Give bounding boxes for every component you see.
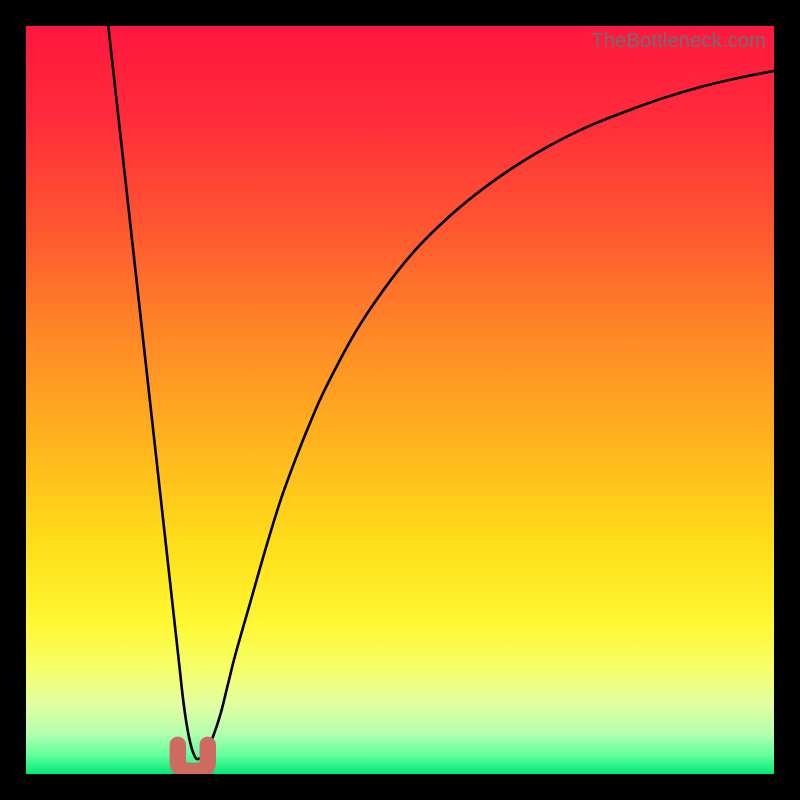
watermark-text: TheBottleneck.com [591,30,766,53]
bottleneck-curve [26,26,774,774]
plot-area: TheBottleneck.com [26,26,774,774]
chart-frame: TheBottleneck.com [0,0,800,800]
